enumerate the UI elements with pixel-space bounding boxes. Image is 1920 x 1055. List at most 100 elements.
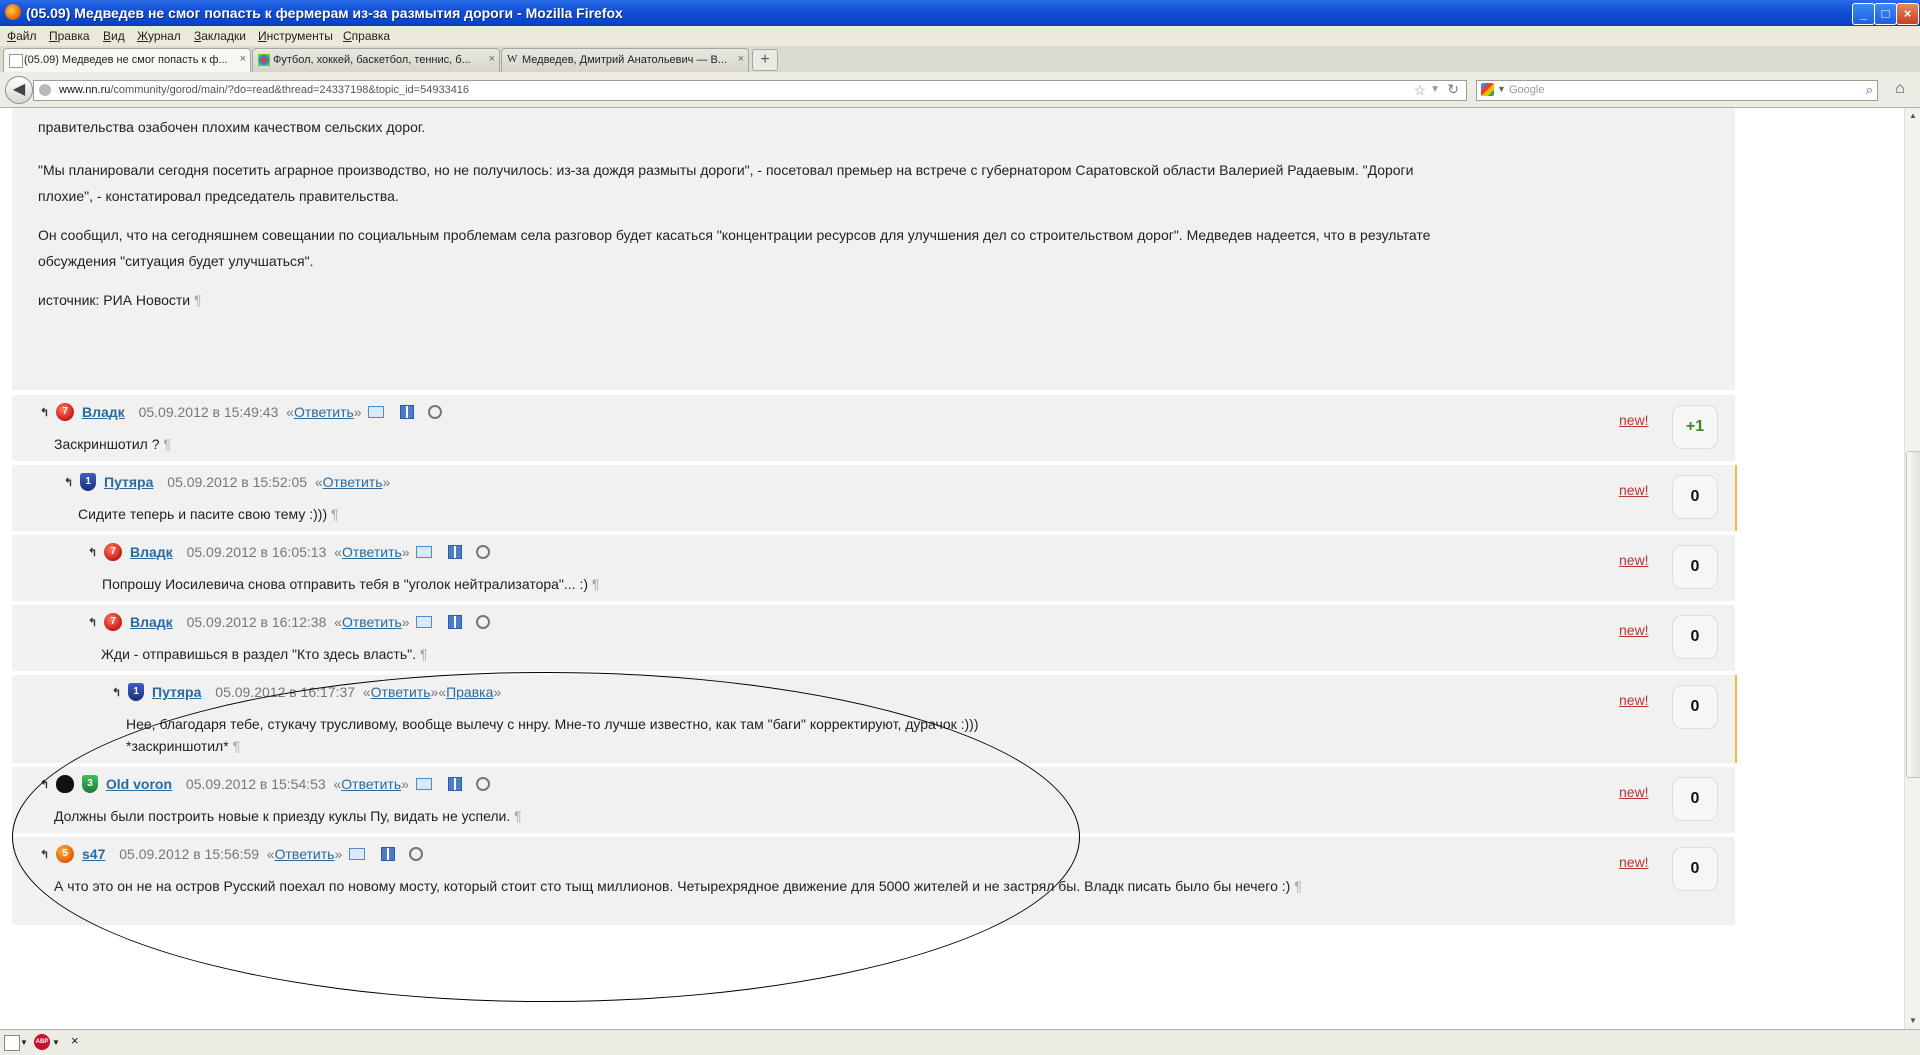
adblock-dropdown-icon[interactable]: ▼ — [52, 1038, 60, 1052]
reply-link[interactable]: Ответить — [275, 846, 335, 862]
search-user-icon[interactable] — [475, 777, 490, 792]
new-marker-link[interactable]: new! — [1619, 854, 1649, 870]
tab-close-icon[interactable]: × — [489, 53, 495, 65]
new-marker-link[interactable]: new! — [1619, 784, 1649, 800]
username-link[interactable]: Путяра — [104, 474, 153, 490]
gift-icon[interactable] — [447, 777, 462, 792]
search-user-icon[interactable] — [476, 545, 491, 560]
adblock-icon[interactable]: ABP — [34, 1034, 50, 1050]
engine-dropdown-icon[interactable]: ▼ — [1497, 84, 1506, 94]
comment-rating[interactable]: 0 — [1672, 545, 1718, 589]
search-icon[interactable]: ⌕ — [1866, 82, 1873, 98]
search-user-icon[interactable] — [408, 847, 423, 862]
mail-icon[interactable] — [416, 546, 433, 559]
article-paragraph: правительства озабочен плохим качеством … — [38, 119, 426, 135]
username-link[interactable]: s47 — [82, 846, 105, 862]
reply-arrow-icon[interactable]: ↰ — [64, 476, 73, 489]
bookmark-star-icon[interactable]: ☆ — [1413, 82, 1426, 99]
article-body: правительства озабочен плохим качеством … — [12, 108, 1735, 390]
tab-sports[interactable]: Футбол, хоккей, баскетбол, теннис, б... … — [252, 48, 500, 72]
username-link[interactable]: Владк — [130, 544, 173, 560]
new-marker-link[interactable]: new! — [1619, 552, 1649, 568]
comment-text: А что это он не на остров Русский поехал… — [54, 878, 1302, 894]
reload-icon[interactable]: ↻ — [1447, 81, 1459, 98]
gift-icon[interactable] — [448, 545, 463, 560]
mail-icon[interactable] — [416, 616, 433, 629]
reply-arrow-icon[interactable]: ↰ — [88, 616, 97, 629]
reply-arrow-icon[interactable]: ↰ — [40, 778, 49, 791]
reply-link[interactable]: Ответить — [294, 404, 354, 420]
scroll-up-icon[interactable]: ▲ — [1905, 108, 1920, 124]
gift-icon[interactable] — [381, 847, 396, 862]
url-bar[interactable]: www.nn.ru/community/gorod/main/?do=read&… — [33, 80, 1467, 101]
comment-rating[interactable]: +1 — [1672, 405, 1718, 449]
home-button[interactable]: ⌂ — [1889, 80, 1911, 100]
comment-item: ↰ 5 s47 05.09.2012 в 15:56:59 «Ответить»… — [12, 837, 1735, 925]
menu-edit[interactable]: Правка — [49, 29, 90, 43]
comment-header: ↰ 3 Old voron 05.09.2012 в 15:54:53 «Отв… — [40, 775, 490, 795]
reply-link[interactable]: Ответить — [371, 684, 431, 700]
search-bar[interactable]: ▼ Google ⌕ — [1476, 80, 1878, 101]
history-dropdown-icon[interactable]: ▼ — [1430, 84, 1440, 95]
gift-icon[interactable] — [400, 405, 415, 420]
reply-link[interactable]: Ответить — [323, 474, 383, 490]
comment-rating[interactable]: 0 — [1672, 777, 1718, 821]
mail-icon[interactable] — [349, 848, 366, 861]
search-user-icon[interactable] — [428, 405, 443, 420]
close-window-button[interactable]: × — [1896, 3, 1919, 25]
new-marker-link[interactable]: new! — [1619, 482, 1649, 498]
mail-icon[interactable] — [415, 778, 432, 791]
tab-medvedev-news[interactable]: (05.09) Медведев не смог попасть к ф... … — [3, 48, 251, 73]
menu-bookmarks[interactable]: Закладки — [194, 29, 246, 43]
tab-close-icon[interactable]: × — [738, 53, 744, 65]
search-user-icon[interactable] — [476, 615, 491, 630]
comment-text: Жди - отправишься в раздел "Кто здесь вл… — [101, 646, 428, 662]
reply-arrow-icon[interactable]: ↰ — [40, 848, 49, 861]
addon-dropdown-icon[interactable]: ▼ — [20, 1038, 28, 1052]
username-link[interactable]: Владк — [130, 614, 173, 630]
reply-link[interactable]: Ответить — [342, 614, 402, 630]
google-engine-icon[interactable] — [1481, 83, 1494, 96]
username-link[interactable]: Old voron — [106, 776, 172, 792]
vertical-scrollbar[interactable]: ▲ ▼ — [1904, 108, 1920, 1029]
tab-close-icon[interactable]: × — [240, 53, 246, 65]
gift-icon[interactable] — [448, 615, 463, 630]
minimize-button[interactable]: _ — [1852, 3, 1875, 25]
comment-rating[interactable]: 0 — [1672, 685, 1718, 729]
site-identity-icon[interactable] — [39, 84, 51, 96]
new-marker-link[interactable]: new! — [1619, 412, 1649, 428]
close-addon-bar-icon[interactable]: × — [71, 1033, 79, 1048]
scrollbar-thumb[interactable] — [1906, 451, 1920, 778]
username-link[interactable]: Владк — [82, 404, 125, 420]
scroll-down-icon[interactable]: ▼ — [1905, 1013, 1920, 1029]
maximize-button[interactable]: □ — [1874, 3, 1897, 25]
new-marker-link[interactable]: new! — [1619, 622, 1649, 638]
menu-tools[interactable]: Инструменты — [258, 29, 333, 43]
menu-file[interactable]: Файл — [7, 29, 37, 43]
reply-arrow-icon[interactable]: ↰ — [40, 406, 49, 419]
tab-label: (05.09) Медведев не смог попасть к ф... — [24, 54, 228, 66]
new-tab-button[interactable]: + — [752, 49, 778, 71]
tab-wikipedia[interactable]: W Медведев, Дмитрий Анатольевич — В... × — [501, 48, 749, 72]
menu-help[interactable]: Справка — [343, 29, 390, 43]
edit-link[interactable]: Правка — [446, 684, 493, 700]
reply-arrow-icon[interactable]: ↰ — [88, 546, 97, 559]
reply-link[interactable]: Ответить — [342, 544, 402, 560]
mail-icon[interactable] — [368, 406, 385, 419]
addon-icon[interactable] — [4, 1035, 20, 1051]
username-link[interactable]: Путяра — [152, 684, 201, 700]
reply-link[interactable]: Ответить — [341, 776, 401, 792]
comment-rating[interactable]: 0 — [1672, 847, 1718, 891]
back-button[interactable]: ◀ — [5, 76, 33, 104]
new-marker-link[interactable]: new! — [1619, 692, 1649, 708]
reply-arrow-icon[interactable]: ↰ — [112, 686, 121, 699]
comment-rating[interactable]: 0 — [1672, 475, 1718, 519]
menu-view[interactable]: Вид — [103, 29, 125, 43]
menu-history[interactable]: Журнал — [137, 29, 181, 43]
comment-rating[interactable]: 0 — [1672, 615, 1718, 659]
firefox-icon — [5, 4, 21, 20]
article-paragraph: обсуждения "ситуация будет улучшаться". — [38, 253, 314, 269]
search-input[interactable]: Google — [1509, 84, 1544, 96]
comment-date: 05.09.2012 в 15:56:59 — [119, 846, 260, 863]
comment-item: ↰ 1 Путяра 05.09.2012 в 15:52:05 «Ответи… — [12, 465, 1737, 531]
